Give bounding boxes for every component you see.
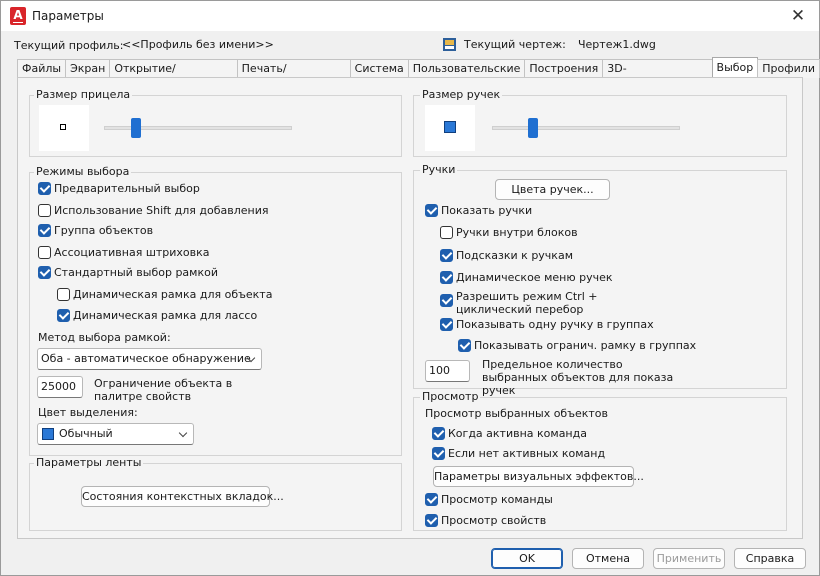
highlight-color-label: Цвет выделения: — [38, 406, 138, 419]
grip-object-limit-label: Предельное количество выбранных объектов… — [482, 358, 674, 397]
chevron-down-icon — [178, 428, 188, 438]
window-method-label: Метод выбора рамкой: — [38, 331, 171, 344]
pickbox-square-icon — [60, 124, 66, 130]
highlight-color-value: Обычный — [59, 427, 113, 440]
tab-display[interactable]: Экран — [65, 59, 111, 78]
grips-within-blocks-label: Ручки внутри блоков — [456, 226, 578, 239]
object-press-drag-checkbox[interactable] — [57, 288, 70, 301]
tab-selection[interactable]: Выбор — [711, 57, 759, 78]
tab-drafting[interactable]: Построения — [524, 59, 604, 78]
title-bar: A Параметры ✕ — [1, 1, 819, 31]
grip-square-icon — [444, 121, 456, 133]
shift-to-add-checkbox[interactable] — [38, 204, 51, 217]
preview-title: Просмотр — [420, 390, 481, 403]
drawing-icon — [442, 37, 457, 52]
tab-plot-publish[interactable]: Печать/Публикация — [236, 59, 351, 93]
associative-hatch-checkbox[interactable] — [38, 246, 51, 259]
color-swatch-icon — [42, 428, 54, 440]
selection-preview-subtitle: Просмотр выбранных объектов — [425, 407, 609, 420]
dynamic-grip-menu-label: Динамическое меню ручек — [456, 271, 613, 284]
ok-button[interactable]: OK — [491, 548, 563, 569]
noun-verb-selection-label: Предварительный выбор — [54, 182, 200, 195]
tab-3d-modeling[interactable]: 3D-моделирование — [602, 59, 713, 93]
window-method-value: Оба - автоматическое обнаружение — [41, 352, 251, 365]
grips-within-blocks-checkbox[interactable] — [440, 226, 453, 239]
cancel-button[interactable]: Отмена — [572, 548, 644, 569]
grip-tips-label: Подсказки к ручкам — [456, 249, 573, 262]
tab-user-preferences[interactable]: Пользовательские — [407, 59, 526, 78]
dynamic-grip-menu-checkbox[interactable] — [440, 271, 453, 284]
grips-title: Ручки — [420, 163, 458, 176]
window-method-select[interactable]: Оба - автоматическое обнаружение — [37, 348, 262, 370]
ctrl-cycling-checkbox[interactable] — [440, 294, 453, 307]
show-grips-checkbox[interactable] — [425, 204, 438, 217]
property-preview-checkbox[interactable] — [425, 514, 438, 527]
current-drawing-value: Чертеж1.dwg — [578, 38, 656, 51]
object-grouping-checkbox[interactable] — [38, 224, 51, 237]
single-grip-groups-checkbox[interactable] — [440, 318, 453, 331]
pickbox-slider-thumb[interactable] — [130, 118, 141, 138]
lasso-press-drag-label: Динамическая рамка для лассо — [73, 309, 258, 322]
autocad-logo-icon: A — [10, 7, 26, 25]
grip-tips-checkbox[interactable] — [440, 249, 453, 262]
grip-size-slider-track[interactable] — [492, 126, 680, 130]
implied-windowing-checkbox[interactable] — [38, 266, 51, 279]
lasso-press-drag-checkbox[interactable] — [57, 309, 70, 322]
current-drawing-label: Текущий чертеж: — [464, 38, 566, 51]
grip-size-title: Размер ручек — [420, 88, 503, 101]
close-icon: ✕ — [790, 6, 806, 26]
object-grouping-label: Группа объектов — [54, 224, 154, 237]
contextual-tab-states-button[interactable]: Состояния контекстных вкладок... — [81, 486, 284, 507]
shift-to-add-label: Использование Shift для добавления — [54, 204, 269, 217]
when-command-active-checkbox[interactable] — [432, 427, 445, 440]
associative-hatch-label: Ассоциативная штриховка — [54, 246, 210, 259]
bounding-box-groups-label: Показывать огранич. рамку в группах — [474, 339, 697, 352]
show-grips-label: Показать ручки — [441, 204, 533, 217]
tab-open-save[interactable]: Открытие/Сохранение — [109, 59, 238, 93]
object-limit-input[interactable]: 25000 — [37, 376, 83, 398]
noun-verb-selection-checkbox[interactable] — [38, 182, 51, 195]
tab-files[interactable]: Файлы — [17, 59, 67, 78]
visual-effect-settings-button[interactable]: Параметры визуальных эффектов... — [433, 466, 644, 487]
options-dialog: A Параметры ✕ Текущий профиль: <<Профиль… — [0, 0, 820, 576]
command-preview-checkbox[interactable] — [425, 493, 438, 506]
object-limit-label: Ограничение объекта в палитре свойств — [94, 377, 233, 403]
object-press-drag-label: Динамическая рамка для объекта — [73, 288, 273, 301]
window-title: Параметры — [32, 9, 104, 23]
implied-windowing-label: Стандартный выбор рамкой — [54, 266, 218, 279]
when-command-active-label: Когда активна команда — [448, 427, 587, 440]
help-button[interactable]: Справка — [734, 548, 806, 569]
single-grip-groups-label: Показывать одну ручку в группах — [456, 318, 654, 331]
highlight-color-select[interactable]: Обычный — [37, 423, 194, 445]
tab-profiles[interactable]: Профили — [757, 59, 820, 78]
selection-modes-title: Режимы выбора — [34, 165, 132, 178]
when-no-command-label: Если нет активных команд — [448, 447, 606, 460]
grip-size-preview — [425, 105, 475, 151]
grip-colors-button[interactable]: Цвета ручек... — [495, 179, 610, 200]
command-preview-label: Просмотр команды — [441, 493, 553, 506]
tab-system[interactable]: Система — [349, 59, 409, 78]
when-no-command-checkbox[interactable] — [432, 447, 445, 460]
grip-object-limit-input[interactable]: 100 — [425, 360, 470, 382]
ribbon-options-title: Параметры ленты — [34, 456, 144, 469]
close-button[interactable]: ✕ — [783, 4, 813, 28]
property-preview-label: Просмотр свойств — [441, 514, 547, 527]
current-profile-label: Текущий профиль: — [14, 39, 124, 52]
pickbox-size-title: Размер прицела — [34, 88, 133, 101]
bounding-box-groups-checkbox[interactable] — [458, 339, 471, 352]
grip-size-slider-thumb[interactable] — [528, 118, 539, 138]
apply-button[interactable]: Применить — [653, 548, 725, 569]
tab-strip: Файлы Экран Открытие/Сохранение Печать/П… — [17, 57, 820, 93]
current-profile-value: <<Профиль без имени>> — [122, 38, 274, 51]
pickbox-preview — [39, 105, 89, 151]
ctrl-cycling-label: Разрешить режим Ctrl + циклический переб… — [456, 290, 598, 316]
